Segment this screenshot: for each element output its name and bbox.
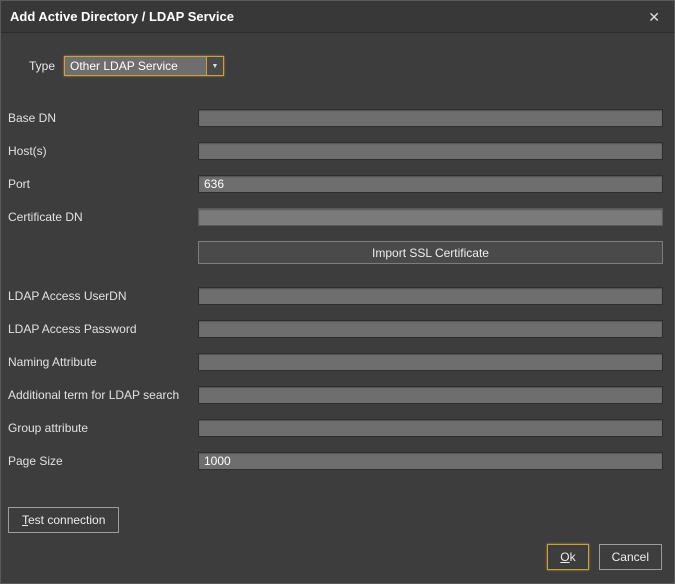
field-row-group-attribute: Group attribute: [8, 419, 663, 437]
port-input[interactable]: [198, 175, 663, 193]
base-dn-input[interactable]: [198, 109, 663, 127]
cancel-button[interactable]: Cancel: [599, 544, 662, 570]
type-label: Type: [29, 59, 55, 73]
additional-term-label: Additional term for LDAP search: [8, 388, 198, 402]
base-dn-label: Base DN: [8, 111, 198, 125]
field-row-ldap-access-password: LDAP Access Password: [8, 320, 663, 338]
port-label: Port: [8, 177, 198, 191]
import-ssl-row: Import SSL Certificate: [8, 241, 663, 264]
field-row-ldap-access-userdn: LDAP Access UserDN: [8, 287, 663, 305]
close-icon[interactable]: ✕: [644, 8, 664, 26]
naming-attribute-label: Naming Attribute: [8, 355, 198, 369]
test-connection-rest: est connection: [28, 513, 105, 527]
field-row-naming-attribute: Naming Attribute: [8, 353, 663, 371]
test-connection-button[interactable]: Test connection: [8, 507, 119, 533]
field-row-page-size: Page Size: [8, 452, 663, 470]
ok-rest: k: [570, 550, 576, 564]
naming-attribute-input[interactable]: [198, 353, 663, 371]
add-ldap-dialog: Add Active Directory / LDAP Service ✕ Ty…: [0, 0, 675, 584]
ldap-access-password-label: LDAP Access Password: [8, 322, 198, 336]
page-size-label: Page Size: [8, 454, 198, 468]
hosts-input[interactable]: [198, 142, 663, 160]
dialog-title: Add Active Directory / LDAP Service: [10, 9, 234, 24]
field-row-base-dn: Base DN: [8, 109, 663, 127]
certificate-dn-input[interactable]: [198, 208, 663, 226]
field-row-hosts: Host(s): [8, 142, 663, 160]
ldap-access-password-input[interactable]: [198, 320, 663, 338]
chevron-down-icon: ▼: [206, 57, 223, 75]
hosts-label: Host(s): [8, 144, 198, 158]
ldap-access-userdn-label: LDAP Access UserDN: [8, 289, 198, 303]
group-attribute-label: Group attribute: [8, 421, 198, 435]
import-ssl-spacer: [8, 241, 198, 264]
dialog-titlebar: Add Active Directory / LDAP Service ✕: [1, 1, 674, 33]
field-row-additional-term: Additional term for LDAP search: [8, 386, 663, 404]
ok-button[interactable]: Ok: [547, 544, 588, 570]
dialog-footer: Ok Cancel: [8, 544, 663, 583]
ldap-form: Base DN Host(s) Port Certificate DN Impo…: [8, 109, 663, 485]
ok-accel: O: [560, 550, 569, 564]
type-select-value: Other LDAP Service: [65, 57, 206, 75]
page-size-input[interactable]: [198, 452, 663, 470]
certificate-dn-label: Certificate DN: [8, 210, 198, 224]
type-select[interactable]: Other LDAP Service ▼: [64, 56, 224, 76]
ldap-access-userdn-input[interactable]: [198, 287, 663, 305]
field-row-port: Port: [8, 175, 663, 193]
import-ssl-certificate-button[interactable]: Import SSL Certificate: [198, 241, 663, 264]
type-row: Type Other LDAP Service ▼: [29, 56, 663, 76]
field-row-certificate-dn: Certificate DN: [8, 208, 663, 226]
dialog-content: Type Other LDAP Service ▼ Base DN Host(s…: [1, 33, 674, 583]
group-attribute-input[interactable]: [198, 419, 663, 437]
additional-term-input[interactable]: [198, 386, 663, 404]
